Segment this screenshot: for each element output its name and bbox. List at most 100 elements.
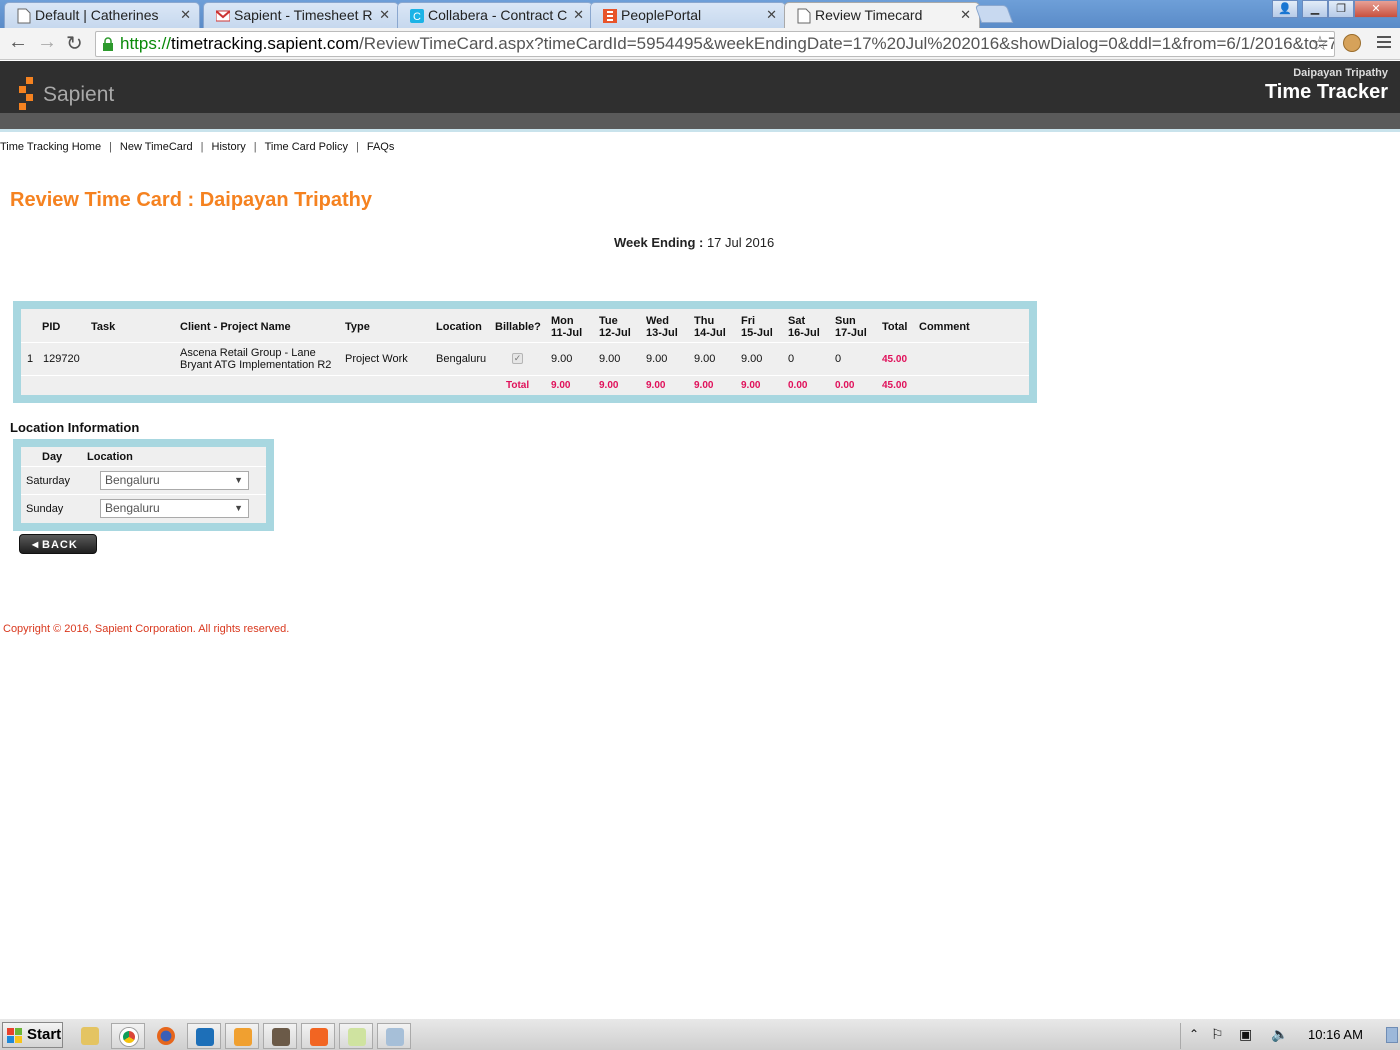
cookie-extension-icon[interactable] <box>1343 34 1361 52</box>
menu-icon[interactable] <box>1377 36 1391 51</box>
xampp-taskbar-icon[interactable] <box>301 1023 335 1049</box>
tab-review-timecard[interactable]: Review Timecard ✕ <box>784 2 980 28</box>
restore-button[interactable]: ❐ <box>1328 0 1354 18</box>
folder-taskbar-icon[interactable] <box>339 1023 373 1049</box>
bookmark-star-icon[interactable]: ☆ <box>1311 31 1329 56</box>
table-row: Saturday Bengaluru ▼ <box>21 467 266 495</box>
client-line-2: Bryant ATG Implementation R2 <box>180 359 332 371</box>
col-comment: Comment <box>919 321 970 333</box>
close-icon[interactable]: ✕ <box>180 7 191 23</box>
show-desktop-button[interactable] <box>1386 1027 1398 1043</box>
col-pid: PID <box>42 321 61 333</box>
firefox-taskbar-icon[interactable] <box>149 1023 183 1049</box>
location-info-table: Day Location Saturday Bengaluru ▼ Sunday… <box>13 439 274 531</box>
timecard-table-body: PID Task Client - Project Name Type Loca… <box>21 309 1029 395</box>
saturday-location-select[interactable]: Bengaluru ▼ <box>100 471 249 490</box>
tab-sapient-timesheet[interactable]: Sapient - Timesheet R ✕ <box>203 2 399 28</box>
nav-separator: | <box>355 141 359 153</box>
address-bar[interactable]: https://timetracking.sapient.com/ReviewT… <box>95 31 1335 57</box>
url-protocol: https:// <box>120 34 172 53</box>
col-day: Tue 12-Jul <box>599 315 631 339</box>
table-header-row: Day Location <box>21 447 266 467</box>
explorer-taskbar-icon[interactable] <box>73 1023 107 1049</box>
nav-new-timecard[interactable]: New TimeCard <box>120 141 193 153</box>
volume-muted-icon[interactable]: 🔈 <box>1271 1026 1288 1043</box>
grand-total: 45.00 <box>882 380 908 391</box>
table-row: 1 129720 Ascena Retail Group - Lane Bryan… <box>21 343 1029 376</box>
week-ending-value: 17 Jul 2016 <box>706 235 775 250</box>
hours-cell: 0 <box>788 353 795 365</box>
paint-taskbar-icon[interactable] <box>377 1023 411 1049</box>
reload-icon[interactable]: ↻ <box>66 31 83 56</box>
week-ending-label: Week Ending : <box>614 235 704 250</box>
day-name: Wed <box>646 315 670 327</box>
nav-separator: | <box>253 141 257 153</box>
close-icon[interactable]: ✕ <box>960 7 971 23</box>
system-tray: ⌃ ⚐ ▣ 🔈 <box>1180 1023 1398 1049</box>
action-center-flag-icon[interactable]: ⚐ <box>1211 1026 1224 1043</box>
tab-title: Sapient - Timesheet R <box>234 7 373 23</box>
svg-text:C: C <box>413 11 421 23</box>
new-tab-button[interactable] <box>974 5 1014 23</box>
nav-history[interactable]: History <box>212 141 246 153</box>
sunday-location-select[interactable]: Bengaluru ▼ <box>100 499 249 518</box>
show-hidden-icons-icon[interactable]: ⌃ <box>1189 1027 1199 1041</box>
network-icon[interactable]: ▣ <box>1239 1026 1252 1043</box>
chrome-taskbar-icon[interactable] <box>111 1023 145 1049</box>
close-icon[interactable]: ✕ <box>573 7 584 23</box>
start-button[interactable]: Start <box>2 1022 63 1048</box>
back-button[interactable]: ◀ BACK <box>19 534 97 554</box>
totals-label: Total <box>506 380 530 391</box>
url-path: /ReviewTimeCard.aspx?timeCardId=5954495&… <box>359 34 1335 53</box>
close-icon[interactable]: ✕ <box>379 7 390 23</box>
tab-collabera[interactable]: C Collabera - Contract C ✕ <box>397 2 593 28</box>
nav-time-card-policy[interactable]: Time Card Policy <box>265 141 348 153</box>
minimize-button[interactable]: ▁ <box>1302 0 1328 18</box>
location-info-title: Location Information <box>10 420 140 435</box>
billable-checkbox: ✓ <box>512 353 523 364</box>
nav-faqs[interactable]: FAQs <box>367 141 395 153</box>
total-cell: 9.00 <box>694 380 714 391</box>
week-ending: Week Ending : 17 Jul 2016 <box>614 235 774 250</box>
total-cell: 9.00 <box>599 380 619 391</box>
nav-time-tracking-home[interactable]: Time Tracking Home <box>0 141 101 153</box>
nav-separator: | <box>109 141 112 153</box>
hours-cell: 0 <box>835 353 842 365</box>
dropdown-arrow-icon: ▼ <box>234 475 243 485</box>
page-icon <box>17 8 31 24</box>
tab-title: PeoplePortal <box>621 7 702 23</box>
day-date: 12-Jul <box>599 327 631 339</box>
col-day: Fri 15-Jul <box>741 315 773 339</box>
hours-cell: 9.00 <box>694 353 716 365</box>
copyright-text: Copyright © 2016, Sapient Corporation. A… <box>3 623 290 635</box>
col-day: Day <box>42 451 63 463</box>
day-name: Thu <box>694 315 715 327</box>
tab-peopleportal[interactable]: PeoplePortal ✕ <box>590 2 786 28</box>
user-name: Daipayan Tripathy <box>1293 67 1388 79</box>
taskbar: Start ⌃ ⚐ ▣ 🔈 10:16 AM <box>0 1018 1400 1050</box>
window-close-button[interactable]: ✕ <box>1354 0 1398 18</box>
tab-title: Default | Catherines <box>35 7 159 23</box>
start-label: Start <box>27 1026 62 1043</box>
close-icon[interactable]: ✕ <box>766 7 777 23</box>
day-name: Sun <box>835 315 856 327</box>
day-name: Tue <box>599 315 618 327</box>
sapient-icon <box>603 9 617 23</box>
row-pid: 129720 <box>43 353 80 365</box>
tab-default-catherines[interactable]: Default | Catherines ✕ <box>4 2 200 28</box>
row-number: 1 <box>27 353 34 365</box>
user-icon[interactable]: 👤 <box>1272 0 1298 18</box>
hours-cell: 9.00 <box>551 353 573 365</box>
col-total: Total <box>882 321 908 333</box>
row-location: Bengaluru <box>436 353 487 365</box>
col-day: Sun 17-Jul <box>835 315 867 339</box>
app-taskbar-icon[interactable] <box>263 1023 297 1049</box>
forward-arrow-icon[interactable]: → <box>37 31 57 54</box>
back-arrow-icon[interactable]: ← <box>8 31 28 54</box>
selected-value: Bengaluru <box>105 501 160 515</box>
col-billable: Billable? <box>495 321 541 333</box>
outlook-taskbar-icon[interactable] <box>225 1023 259 1049</box>
lync-taskbar-icon[interactable] <box>187 1023 221 1049</box>
row-client: Ascena Retail Group - Lane Bryant ATG Imp… <box>180 347 331 371</box>
location-info-body: Day Location Saturday Bengaluru ▼ Sunday… <box>21 447 266 523</box>
